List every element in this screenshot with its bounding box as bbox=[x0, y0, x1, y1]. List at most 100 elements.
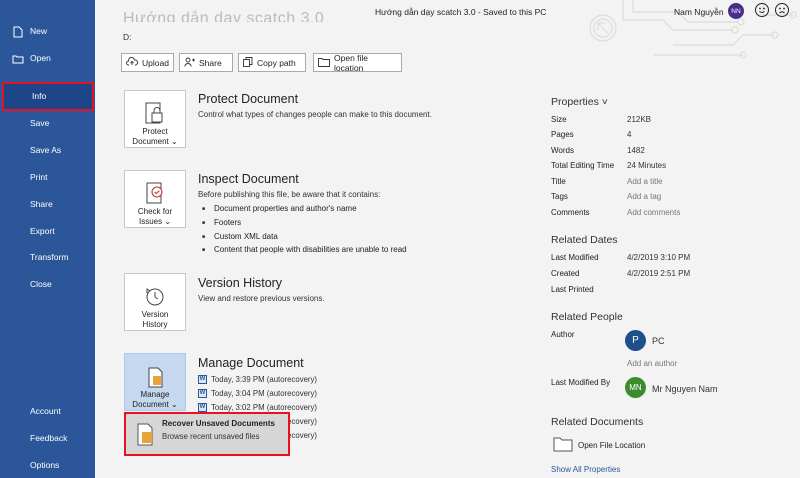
manage-document-button[interactable]: Manage Document ⌄ bbox=[124, 353, 186, 411]
date-label: Last Modified bbox=[551, 253, 599, 262]
property-label: Pages bbox=[551, 130, 574, 139]
autorecovery-version-item[interactable]: W Today, 3:04 PM (autorecovery) bbox=[198, 389, 317, 398]
chevron-down-icon: ˅ bbox=[598, 96, 608, 108]
nav-options[interactable]: Options bbox=[0, 452, 95, 478]
folder-icon bbox=[318, 57, 330, 69]
nav-print[interactable]: Print bbox=[0, 164, 95, 191]
nav-share-label: Share bbox=[30, 199, 53, 209]
nav-export-label: Export bbox=[30, 226, 55, 236]
word-doc-icon: W bbox=[198, 389, 207, 398]
last-modified-by-label: Last Modified By bbox=[551, 378, 611, 387]
property-label: Total Editing Time bbox=[551, 161, 615, 170]
autorecovery-version-item[interactable]: W Today, 3:02 PM (autorecovery) bbox=[198, 403, 317, 412]
open-file-location-link[interactable]: Open File Location bbox=[553, 436, 645, 454]
property-value: 1482 bbox=[627, 146, 645, 155]
property-value: 212KB bbox=[627, 115, 652, 124]
related-dates-heading: Related Dates bbox=[551, 234, 618, 246]
upload-label: Upload bbox=[142, 57, 169, 68]
nav-feedback[interactable]: Feedback bbox=[0, 425, 95, 452]
nav-options-label: Options bbox=[30, 460, 60, 470]
manage-card-line2: Document bbox=[132, 400, 169, 409]
show-all-properties-link[interactable]: Show All Properties bbox=[551, 465, 620, 474]
nav-account-label: Account bbox=[30, 406, 61, 416]
protect-description: Control what types of changes people can… bbox=[198, 110, 432, 119]
inspect-description: Before publishing this file, be aware th… bbox=[198, 190, 381, 199]
upload-button[interactable]: Upload bbox=[121, 53, 174, 72]
nav-info[interactable]: Info bbox=[2, 82, 94, 111]
date-label: Created bbox=[551, 269, 580, 278]
nav-save-as[interactable]: Save As bbox=[0, 137, 95, 164]
autorecovery-version-item[interactable]: W Today, 3:39 PM (autorecovery) bbox=[198, 375, 317, 384]
date-value: 4/2/2019 3:10 PM bbox=[627, 253, 691, 262]
nav-print-label: Print bbox=[30, 172, 48, 182]
document-path: D: bbox=[123, 32, 132, 42]
autorecovery-version-label: Today, 3:02 PM (autorecovery) bbox=[211, 403, 318, 412]
nav-open-label: Open bbox=[30, 53, 51, 63]
related-people-heading: Related People bbox=[551, 311, 623, 323]
check-card-line2: Issues bbox=[138, 217, 163, 226]
nav-info-label: Info bbox=[32, 91, 47, 101]
property-label: Size bbox=[551, 115, 567, 124]
nav-export[interactable]: Export bbox=[0, 218, 95, 245]
nav-new[interactable]: New bbox=[0, 18, 95, 45]
modifier-avatar[interactable]: MN bbox=[625, 377, 646, 398]
title-field[interactable]: Add a title bbox=[627, 177, 663, 186]
smile-feedback-icon[interactable] bbox=[755, 3, 769, 17]
add-author-field[interactable]: Add an author bbox=[627, 359, 677, 368]
check-for-issues-button[interactable]: Check for Issues ⌄ bbox=[124, 170, 186, 228]
property-value: 24 Minutes bbox=[627, 161, 667, 170]
folder-icon bbox=[12, 45, 24, 72]
nav-save[interactable]: Save bbox=[0, 110, 95, 137]
author-avatar[interactable]: P bbox=[625, 330, 646, 351]
nav-account[interactable]: Account bbox=[0, 398, 95, 425]
open-file-location-button[interactable]: Open file location bbox=[313, 52, 402, 73]
open-file-location-label: Open File Location bbox=[578, 440, 646, 450]
open-file-location-label: Open file location bbox=[334, 52, 369, 73]
nav-feedback-label: Feedback bbox=[30, 433, 68, 443]
inspect-bullet-list: Document properties and author's name Fo… bbox=[202, 203, 407, 258]
date-value: 4/2/2019 2:51 PM bbox=[627, 269, 691, 278]
checklist-icon bbox=[125, 175, 185, 207]
nav-close[interactable]: Close bbox=[0, 271, 95, 298]
nav-share[interactable]: Share bbox=[0, 191, 95, 218]
chevron-down-icon: ⌄ bbox=[162, 217, 172, 226]
user-avatar[interactable]: NN bbox=[728, 3, 744, 19]
version-heading: Version History bbox=[198, 276, 283, 290]
window-title: Hướng dẫn dạy scatch 3.0 - Saved to this… bbox=[375, 7, 547, 17]
manage-heading: Manage Document bbox=[198, 356, 304, 370]
property-label: Title bbox=[551, 177, 566, 186]
comments-field[interactable]: Add comments bbox=[627, 208, 680, 217]
autorecovery-version-label: Today, 3:39 PM (autorecovery) bbox=[211, 375, 318, 384]
version-description: View and restore previous versions. bbox=[198, 294, 325, 303]
tags-field[interactable]: Add a tag bbox=[627, 192, 661, 201]
manage-card-line1: Manage bbox=[140, 390, 170, 399]
properties-heading-label: Properties bbox=[551, 96, 599, 108]
nav-transform-label: Transform bbox=[30, 252, 69, 262]
cloud-upload-icon bbox=[126, 57, 138, 68]
share-button[interactable]: Share bbox=[179, 53, 233, 72]
author-name[interactable]: PC bbox=[652, 336, 665, 346]
nav-open[interactable]: Open bbox=[0, 45, 95, 72]
user-name[interactable]: Nam Nguyễn bbox=[674, 7, 724, 17]
chevron-down-icon: ⌄ bbox=[168, 137, 178, 146]
version-history-button[interactable]: Version History bbox=[124, 273, 186, 331]
properties-heading[interactable]: Properties ˅ bbox=[551, 96, 608, 108]
protect-card-line2: Document bbox=[132, 137, 169, 146]
recover-document-icon bbox=[134, 422, 156, 450]
protect-document-button[interactable]: Protect Document ⌄ bbox=[124, 90, 186, 148]
modifier-name[interactable]: Mr Nguyen Nam bbox=[652, 384, 718, 394]
date-label: Last Printed bbox=[551, 285, 594, 294]
frown-feedback-icon[interactable] bbox=[775, 3, 789, 17]
recover-unsaved-documents-menu-item[interactable]: Recover Unsaved Documents Browse recent … bbox=[124, 412, 290, 456]
protect-card-line1: Protect bbox=[142, 127, 168, 136]
bullet-item: Content that people with disabilities ar… bbox=[202, 244, 407, 258]
version-card-line1: Version bbox=[141, 310, 169, 319]
copy-path-button[interactable]: Copy path bbox=[238, 53, 306, 72]
new-document-icon bbox=[12, 18, 24, 45]
nav-new-label: New bbox=[30, 26, 48, 36]
related-documents-heading: Related Documents bbox=[551, 416, 644, 428]
nav-transform[interactable]: Transform bbox=[0, 244, 95, 271]
chevron-down-icon: ⌄ bbox=[168, 400, 178, 409]
folder-icon bbox=[553, 436, 573, 454]
bullet-item: Footers bbox=[202, 217, 407, 231]
